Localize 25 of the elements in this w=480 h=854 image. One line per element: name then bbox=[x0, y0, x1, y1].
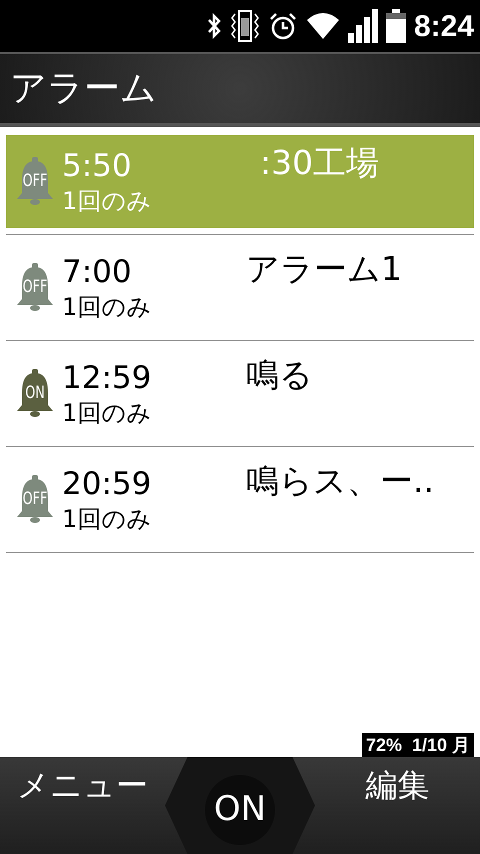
alarm-repeat: 1回のみ bbox=[62, 292, 152, 322]
menu-softkey[interactable]: メニュー bbox=[0, 757, 165, 809]
battery-date-label: 72% 1/10 月 bbox=[362, 733, 474, 757]
alarm-time: 12:59 bbox=[62, 358, 152, 396]
alarm-name: 鳴らス、ー.. bbox=[246, 461, 434, 501]
alarm-time: 7:00 bbox=[62, 252, 133, 290]
alarm-clock-icon bbox=[268, 11, 298, 41]
alarm-repeat: 1回のみ bbox=[62, 504, 152, 534]
edit-softkey[interactable]: 編集 bbox=[315, 757, 480, 809]
bluetooth-icon bbox=[206, 13, 222, 39]
wifi-icon bbox=[306, 12, 340, 40]
vibrate-icon bbox=[230, 8, 260, 44]
alarm-name: 鳴る bbox=[246, 355, 313, 395]
alarm-name: :30工場 bbox=[259, 143, 380, 183]
clock-time: 8:24 bbox=[414, 8, 474, 44]
alarm-repeat: 1回のみ bbox=[62, 186, 152, 216]
battery-icon bbox=[386, 9, 406, 43]
screen-title: アラーム bbox=[10, 66, 157, 110]
signal-icon bbox=[348, 9, 378, 43]
alarm-name: アラーム1 bbox=[246, 249, 402, 289]
alarm-time: 5:50 bbox=[62, 146, 133, 184]
alarm-repeat: 1回のみ bbox=[62, 398, 152, 428]
alarm-time: 20:59 bbox=[62, 464, 152, 502]
alarm-item[interactable]: OFF 5:50 1回のみ :30工場 bbox=[6, 135, 474, 228]
on-softkey[interactable]: ON bbox=[165, 757, 315, 854]
